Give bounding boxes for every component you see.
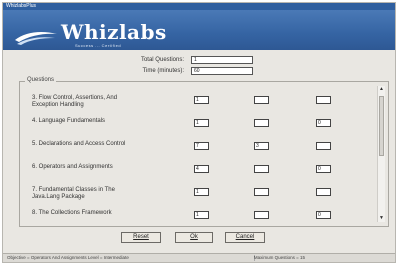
question-label: 6. Operators and Assignments (32, 164, 113, 170)
swoosh-logo-icon (15, 32, 57, 45)
question-count-advanced[interactable]: 0 (316, 119, 331, 127)
total-questions-row: Total Questions: 1 (3, 56, 397, 66)
question-count-basic[interactable]: 1 (194, 119, 209, 127)
brand-logo-text: Whizlabs (61, 20, 167, 44)
brand-tagline: Success ... Certified (75, 43, 122, 48)
question-count-advanced[interactable]: 0 (316, 211, 331, 219)
question-count-advanced[interactable] (316, 96, 331, 104)
questions-list: 3. Flow Control, Assertions, And Excepti… (26, 88, 376, 224)
total-questions-label: Total Questions: (140, 57, 184, 63)
question-row: 3. Flow Control, Assertions, And Excepti… (26, 92, 376, 116)
question-count-basic[interactable]: 4 (194, 165, 209, 173)
question-row: 8. The Collections Framework 1 0 (26, 207, 376, 224)
question-row: 5. Declarations and Access Control 7 3 (26, 138, 376, 162)
question-count-intermediate[interactable] (254, 165, 269, 173)
questions-scrollbar[interactable]: ▲ ▼ (377, 86, 385, 222)
question-label: 3. Flow Control, Assertions, And Excepti… (32, 95, 118, 108)
scroll-down-arrow-icon[interactable]: ▼ (378, 215, 385, 222)
time-label: Time (minutes): (142, 68, 184, 74)
scroll-up-arrow-icon[interactable]: ▲ (378, 86, 385, 93)
reset-button[interactable]: Reset (121, 232, 161, 243)
question-count-advanced[interactable] (316, 188, 331, 196)
question-label: 7. Fundamental Classes in The Java.Lang … (32, 187, 115, 200)
question-row: 4. Language Fundamentals 1 0 (26, 115, 376, 139)
question-label: 4. Language Fundamentals (32, 118, 106, 124)
question-count-advanced[interactable]: 0 (316, 165, 331, 173)
question-count-basic[interactable]: 1 (194, 188, 209, 196)
scroll-thumb[interactable] (379, 96, 384, 156)
total-questions-field[interactable]: 1 (191, 56, 253, 64)
question-count-basic[interactable]: 1 (194, 96, 209, 104)
questions-group: Questions 3. Flow Control, Assertions, A… (19, 77, 389, 227)
question-label: 8. The Collections Framework (32, 210, 112, 216)
question-count-intermediate[interactable] (254, 119, 269, 127)
time-row: Time (minutes): 60 (3, 67, 397, 77)
time-field[interactable]: 60 (191, 67, 253, 75)
question-label: 5. Declarations and Access Control (32, 141, 126, 147)
status-bar: Objective = Operators And Assignments Le… (3, 253, 395, 262)
question-count-intermediate[interactable] (254, 188, 269, 196)
status-objective: Objective = Operators And Assignments Le… (7, 255, 129, 260)
brand-banner: Whizlabs Success ... Certified (3, 10, 395, 50)
app-window: WhizlabsPlus Whizlabs Success ... Certif… (2, 2, 396, 263)
status-max-questions: Maximum Questions = 15 (253, 255, 305, 260)
question-count-basic[interactable]: 1 (194, 211, 209, 219)
question-row: 6. Operators and Assignments 4 0 (26, 161, 376, 185)
cancel-button[interactable]: Cancel (225, 232, 265, 243)
question-row: 7. Fundamental Classes in The Java.Lang … (26, 184, 376, 208)
question-count-intermediate[interactable] (254, 96, 269, 104)
question-count-intermediate[interactable] (254, 211, 269, 219)
question-count-basic[interactable]: 7 (194, 142, 209, 150)
question-count-advanced[interactable] (316, 142, 331, 150)
ok-button[interactable]: Ok (175, 232, 213, 243)
questions-legend: Questions (25, 77, 57, 83)
window-titlebar: WhizlabsPlus (3, 3, 395, 10)
question-count-intermediate[interactable]: 3 (254, 142, 269, 150)
